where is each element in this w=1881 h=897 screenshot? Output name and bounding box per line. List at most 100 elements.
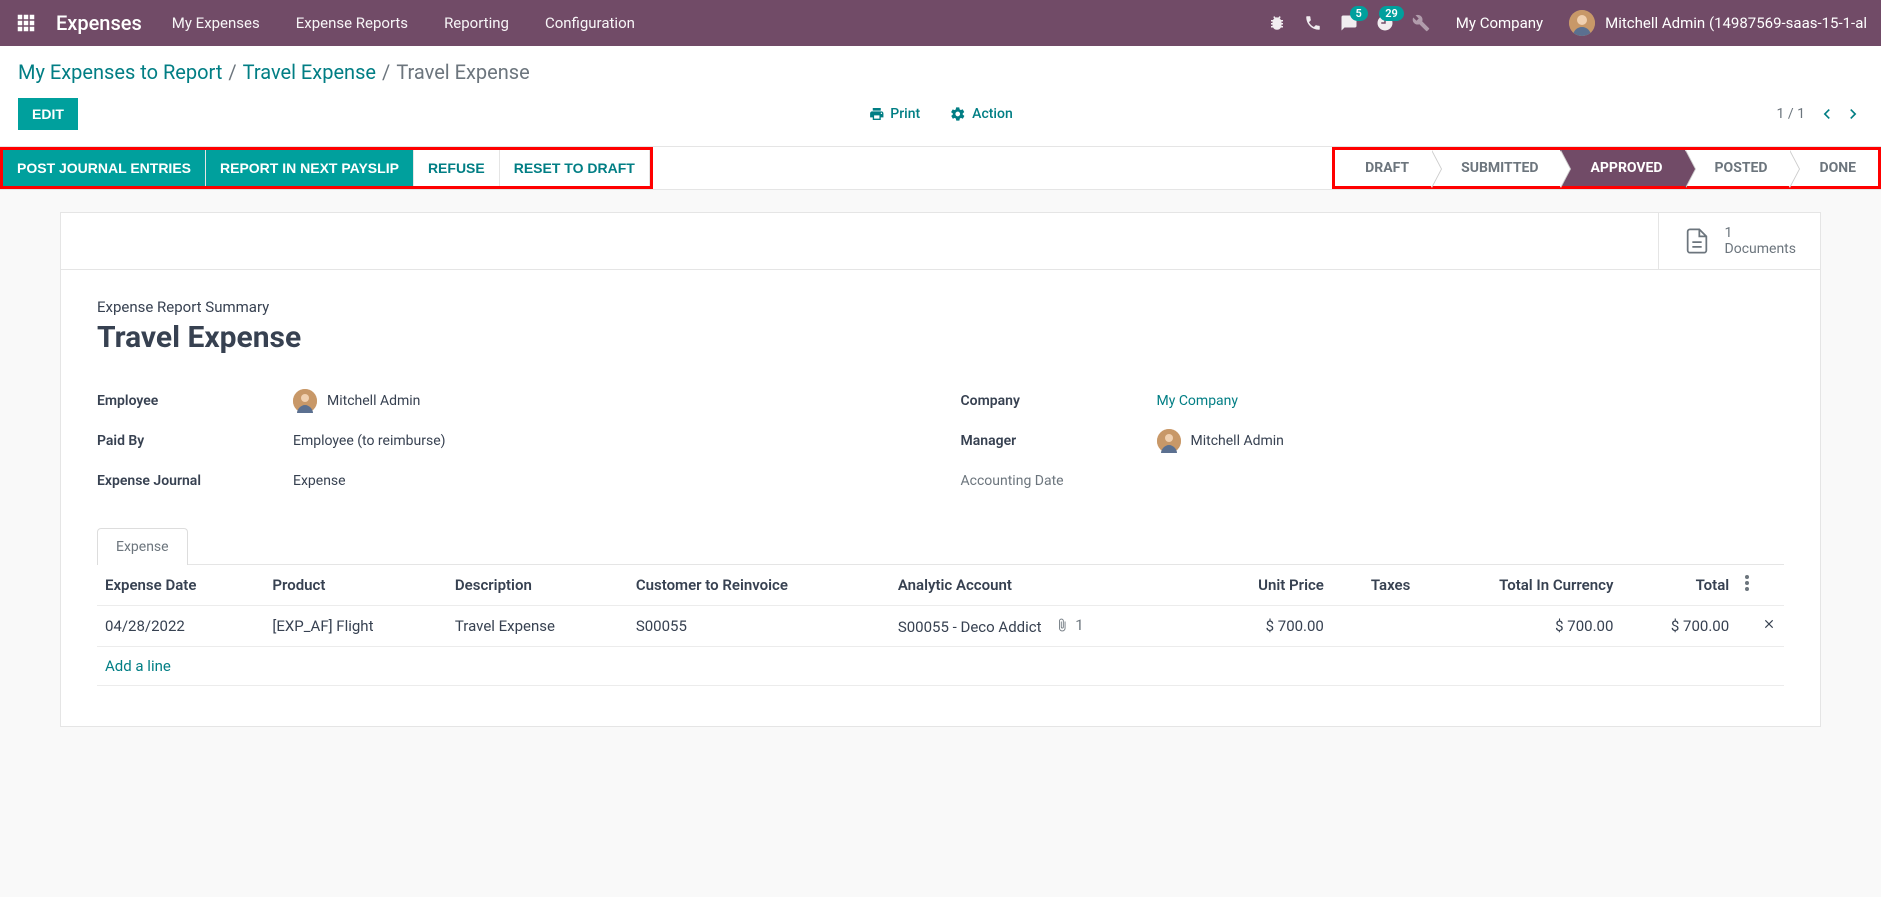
post-journal-entries-button[interactable]: POST JOURNAL ENTRIES (3, 150, 206, 186)
th-product[interactable]: Product (264, 565, 447, 606)
th-total[interactable]: Total (1621, 565, 1737, 606)
cell-unit-price: $ 700.00 (1205, 606, 1332, 647)
company-label: Company (961, 393, 1141, 409)
phone-icon[interactable] (1304, 14, 1322, 32)
breadcrumb-item-0[interactable]: My Expenses to Report (18, 60, 222, 84)
row-delete[interactable] (1737, 606, 1784, 647)
table-row[interactable]: 04/28/2022 [EXP_AF] Flight Travel Expens… (97, 606, 1784, 647)
paid-by-label: Paid By (97, 433, 277, 449)
dots-vertical-icon (1745, 575, 1749, 591)
documents-stat[interactable]: 1 Documents (1658, 213, 1820, 269)
cell-customer: S00055 (628, 606, 890, 647)
chevron-right-icon[interactable] (1843, 104, 1863, 124)
th-unit-price[interactable]: Unit Price (1205, 565, 1332, 606)
menu-my-expenses[interactable]: My Expenses (172, 14, 260, 32)
manager-label: Manager (961, 433, 1141, 449)
navbar-menu: My Expenses Expense Reports Reporting Co… (172, 14, 635, 32)
paid-by-value: Employee (to reimburse) (293, 433, 446, 449)
menu-configuration[interactable]: Configuration (545, 14, 635, 32)
manager-value: Mitchell Admin (1157, 429, 1284, 453)
expense-table: Expense Date Product Description Custome… (97, 565, 1784, 686)
apps-icon[interactable] (14, 11, 38, 35)
cell-total: $ 700.00 (1621, 606, 1737, 647)
card-body: Expense Report Summary Travel Expense Em… (61, 270, 1820, 726)
pager-nav (1817, 104, 1863, 124)
user-avatar (1569, 10, 1595, 36)
th-date[interactable]: Expense Date (97, 565, 264, 606)
page-content: 1 Documents Expense Report Summary Trave… (0, 190, 1881, 749)
status-posted[interactable]: POSTED (1685, 150, 1790, 186)
edit-button[interactable]: EDIT (18, 98, 78, 130)
attachment-indicator[interactable]: 1 (1055, 616, 1083, 634)
status-approved[interactable]: APPROVED (1560, 150, 1684, 186)
print-icon (868, 106, 884, 122)
stat-text: 1 Documents (1725, 225, 1796, 257)
breadcrumb-separator: / (382, 60, 390, 84)
employee-avatar (293, 389, 317, 413)
cell-taxes (1332, 606, 1418, 647)
navbar-company[interactable]: My Company (1456, 14, 1543, 32)
menu-reporting[interactable]: Reporting (444, 14, 509, 32)
employee-name: Mitchell Admin (327, 393, 420, 409)
navbar-user[interactable]: Mitchell Admin (14987569-saas-15-1-al (1569, 10, 1867, 36)
report-next-payslip-button[interactable]: REPORT IN NEXT PAYSLIP (206, 150, 414, 186)
status-submitted[interactable]: SUBMITTED (1431, 150, 1560, 186)
action-label: Action (972, 106, 1013, 122)
field-employee: Employee Mitchell Admin (97, 385, 921, 417)
employee-label: Employee (97, 393, 277, 409)
bug-icon[interactable] (1268, 14, 1286, 32)
status-done[interactable]: DONE (1789, 150, 1878, 186)
field-paid-by: Paid By Employee (to reimburse) (97, 425, 921, 457)
accounting-date-label: Accounting Date (961, 473, 1141, 489)
messaging-icon[interactable]: 5 (1340, 14, 1358, 32)
breadcrumb-item-1[interactable]: Travel Expense (243, 60, 376, 84)
add-line-row: Add a line (97, 647, 1784, 686)
breadcrumb-current: Travel Expense (396, 60, 529, 84)
cell-product: [EXP_AF] Flight (264, 606, 447, 647)
attachment-count: 1 (1075, 616, 1083, 634)
company-value[interactable]: My Company (1157, 393, 1239, 409)
close-icon (1762, 617, 1776, 631)
manager-avatar (1157, 429, 1181, 453)
documents-label: Documents (1725, 241, 1796, 257)
th-analytic[interactable]: Analytic Account (890, 565, 1205, 606)
employee-value: Mitchell Admin (293, 389, 420, 413)
messaging-badge: 5 (1350, 6, 1368, 21)
th-customer[interactable]: Customer to Reinvoice (628, 565, 890, 606)
th-total-currency[interactable]: Total In Currency (1418, 565, 1621, 606)
tabs: Expense (97, 527, 1784, 565)
menu-expense-reports[interactable]: Expense Reports (296, 14, 408, 32)
statusbar-buttons: POST JOURNAL ENTRIES REPORT IN NEXT PAYS… (0, 147, 653, 189)
gear-icon (950, 106, 966, 122)
toolbar: EDIT Print Action 1 / 1 (0, 84, 1881, 146)
th-description[interactable]: Description (447, 565, 628, 606)
documents-count: 1 (1725, 225, 1796, 241)
form-card: 1 Documents Expense Report Summary Trave… (60, 212, 1821, 727)
expense-journal-value: Expense (293, 473, 346, 489)
action-button[interactable]: Action (950, 106, 1013, 122)
chevron-left-icon[interactable] (1817, 104, 1837, 124)
section-label: Expense Report Summary (97, 298, 1784, 316)
user-name: Mitchell Admin (14987569-saas-15-1-al (1605, 14, 1867, 32)
th-taxes[interactable]: Taxes (1332, 565, 1418, 606)
reset-to-draft-button[interactable]: RESET TO DRAFT (500, 150, 650, 186)
navbar: Expenses My Expenses Expense Reports Rep… (0, 0, 1881, 46)
add-line-link[interactable]: Add a line (97, 647, 1784, 686)
paperclip-icon (1055, 618, 1069, 632)
print-button[interactable]: Print (868, 106, 920, 122)
pager[interactable]: 1 / 1 (1777, 106, 1805, 122)
card-stats: 1 Documents (61, 213, 1820, 270)
activities-badge: 29 (1379, 6, 1404, 21)
refuse-button[interactable]: REFUSE (414, 150, 500, 186)
tab-expense[interactable]: Expense (97, 528, 188, 565)
table-header-row: Expense Date Product Description Custome… (97, 565, 1784, 606)
th-options[interactable] (1737, 565, 1784, 606)
print-label: Print (890, 106, 920, 122)
breadcrumb: My Expenses to Report / Travel Expense /… (18, 60, 1863, 84)
app-title[interactable]: Expenses (56, 11, 142, 35)
activities-icon[interactable]: 29 (1376, 14, 1394, 32)
tools-icon[interactable] (1412, 14, 1430, 32)
status-draft[interactable]: DRAFT (1335, 150, 1431, 186)
breadcrumb-separator: / (228, 60, 236, 84)
field-manager: Manager Mitchell Admin (961, 425, 1785, 457)
